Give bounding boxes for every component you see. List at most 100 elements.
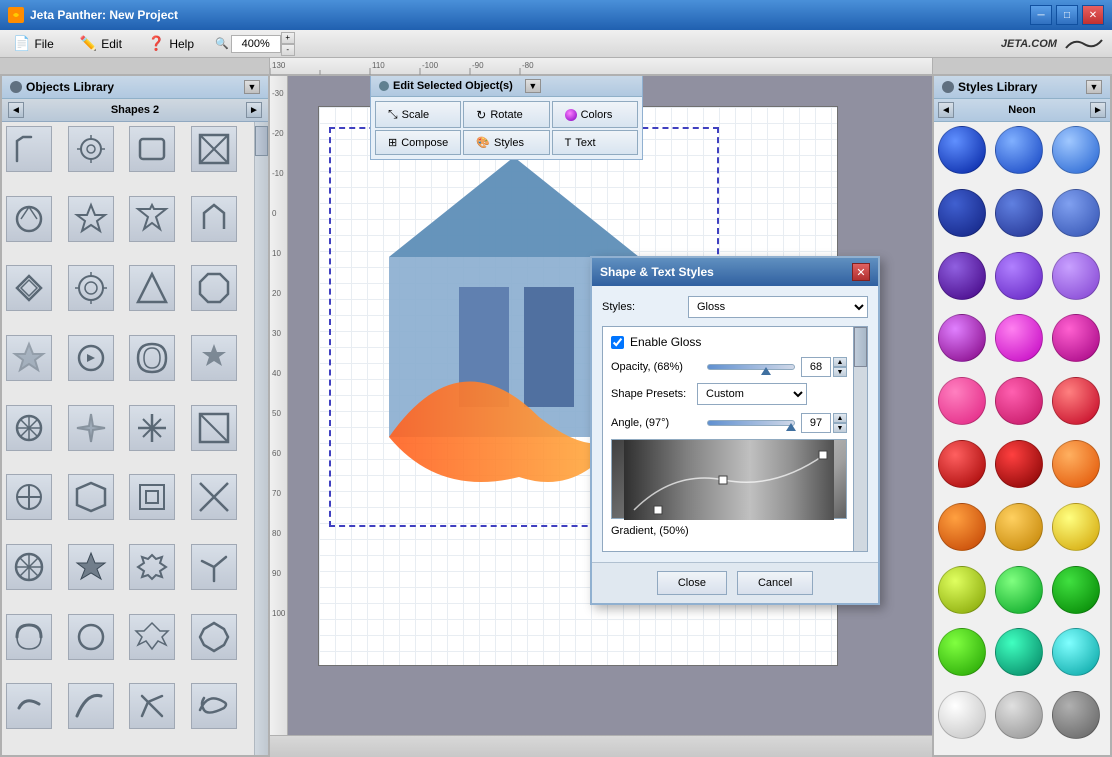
shape-item[interactable] [129,265,175,311]
styles-next-button[interactable]: ► [1090,102,1106,118]
shape-item[interactable] [68,683,114,729]
zoom-down-button[interactable]: - [281,44,295,56]
shape-item[interactable] [6,544,52,590]
compose-button[interactable]: ⊞ Compose [375,130,461,155]
panel-minimize-button[interactable]: ▼ [244,80,260,94]
style-ball[interactable] [938,189,986,237]
shape-item[interactable] [129,335,175,381]
style-ball[interactable] [995,377,1043,425]
opacity-down-button[interactable]: ▼ [833,367,847,377]
shape-item[interactable] [68,544,114,590]
shape-item[interactable] [68,405,114,451]
shape-item[interactable] [68,126,114,172]
style-ball[interactable] [995,314,1043,362]
colors-button[interactable]: Colors [552,101,638,128]
style-ball[interactable] [995,503,1043,551]
shape-item[interactable] [191,126,237,172]
shapes-next-button[interactable]: ► [246,102,262,118]
style-ball[interactable] [995,252,1043,300]
style-ball[interactable] [995,189,1043,237]
shape-item[interactable] [68,335,114,381]
menu-file[interactable]: 📄 File [0,30,67,57]
shape-item[interactable] [68,614,114,660]
shape-item[interactable] [191,265,237,311]
shape-item[interactable] [129,683,175,729]
style-ball[interactable] [938,503,986,551]
style-ball[interactable] [938,566,986,614]
minimize-button[interactable]: ─ [1030,5,1052,25]
style-ball[interactable] [1052,189,1100,237]
library-scrollbar[interactable] [254,122,268,755]
shape-item[interactable] [6,126,52,172]
menu-edit[interactable]: ✏️ Edit [67,30,135,57]
style-ball[interactable] [1052,377,1100,425]
opacity-slider[interactable] [707,364,795,370]
shape-item[interactable] [191,405,237,451]
styles-button[interactable]: 🎨 Styles [463,130,549,155]
style-ball[interactable] [1052,503,1100,551]
shape-item[interactable] [191,614,237,660]
style-ball[interactable] [1052,126,1100,174]
gradient-preview[interactable] [611,439,847,519]
angle-slider[interactable] [707,420,795,426]
styles-dropdown[interactable]: Gloss Matte Metal Plastic Custom [688,296,868,318]
maximize-button[interactable]: □ [1056,5,1078,25]
shape-item[interactable] [191,196,237,242]
shape-item[interactable] [6,683,52,729]
close-button[interactable]: ✕ [1082,5,1104,25]
rotate-button[interactable]: ↻ Rotate [463,101,549,128]
shape-item[interactable] [6,335,52,381]
style-ball[interactable] [938,691,986,739]
style-ball[interactable] [995,566,1043,614]
style-ball[interactable] [1052,566,1100,614]
shape-item[interactable] [129,474,175,520]
shapes-prev-button[interactable]: ◄ [8,102,24,118]
shape-item[interactable] [129,405,175,451]
text-button[interactable]: T Text [552,130,638,155]
style-ball[interactable] [1052,691,1100,739]
style-ball[interactable] [938,440,986,488]
shape-item[interactable] [129,126,175,172]
enable-gloss-checkbox[interactable] [611,336,624,349]
style-ball[interactable] [1052,252,1100,300]
style-ball[interactable] [938,126,986,174]
style-ball[interactable] [995,628,1043,676]
toolbar-minimize-button[interactable]: ▼ [525,79,541,93]
styles-prev-button[interactable]: ◄ [938,102,954,118]
style-ball[interactable] [938,628,986,676]
angle-down-button[interactable]: ▼ [833,423,847,433]
shape-item[interactable] [191,544,237,590]
shape-item[interactable] [6,614,52,660]
style-ball[interactable] [938,252,986,300]
shape-item[interactable] [68,196,114,242]
opacity-input[interactable]: 68 [801,357,831,377]
shape-item[interactable] [191,683,237,729]
scale-button[interactable]: ⤡ Scale [375,101,461,128]
shape-item[interactable] [191,335,237,381]
shape-item[interactable] [68,265,114,311]
style-ball[interactable] [995,440,1043,488]
style-ball[interactable] [938,314,986,362]
shape-item[interactable] [129,196,175,242]
dialog-close-button[interactable]: ✕ [852,263,870,281]
angle-input[interactable]: 97 [801,413,831,433]
shape-item[interactable] [6,405,52,451]
angle-up-button[interactable]: ▲ [833,413,847,423]
shape-item[interactable] [129,544,175,590]
shape-item[interactable] [6,265,52,311]
style-ball[interactable] [995,691,1043,739]
styles-minimize-button[interactable]: ▼ [1086,80,1102,94]
shape-item[interactable] [6,474,52,520]
cancel-dialog-button[interactable]: Cancel [737,571,813,595]
shape-item[interactable] [68,474,114,520]
style-ball[interactable] [1052,314,1100,362]
style-ball[interactable] [1052,440,1100,488]
shape-item[interactable] [6,196,52,242]
style-ball[interactable] [995,126,1043,174]
shape-item[interactable] [191,474,237,520]
shape-item[interactable] [129,614,175,660]
menu-help[interactable]: ❓ Help [135,30,207,57]
dialog-scrollbar[interactable] [853,327,867,551]
opacity-up-button[interactable]: ▲ [833,357,847,367]
close-dialog-button[interactable]: Close [657,571,727,595]
